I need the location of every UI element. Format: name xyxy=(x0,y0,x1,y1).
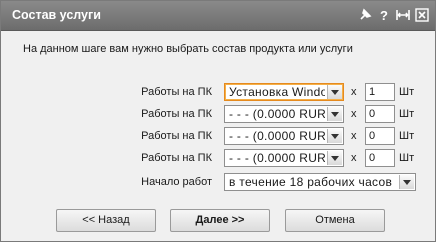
close-icon[interactable] xyxy=(415,8,429,22)
service-row: Работы на ПК - - - (0.0000 RUR) x 0 Шт xyxy=(1,105,435,123)
select-value: Установка Windows xyxy=(229,85,325,99)
window-title: Состав услуги xyxy=(12,8,101,22)
title-bar[interactable]: Состав услуги ? xyxy=(1,1,435,31)
dialog-window: Состав услуги ? На данном шаге вам нужно… xyxy=(0,0,436,242)
start-select[interactable]: в течение 18 рабочих часов xyxy=(224,173,416,191)
svg-text:?: ? xyxy=(380,8,388,22)
dialog-content: На данном шаге вам нужно выбрать состав … xyxy=(1,31,435,241)
row-label: Работы на ПК xyxy=(141,108,212,120)
quantity-input[interactable]: 0 xyxy=(365,105,395,123)
pin-icon[interactable] xyxy=(358,8,372,22)
multiply-sign: x xyxy=(351,152,357,164)
intro-text: На данном шаге вам нужно выбрать состав … xyxy=(23,43,353,55)
chevron-down-icon[interactable] xyxy=(399,175,414,189)
help-icon[interactable]: ? xyxy=(377,8,391,23)
service-row: Работы на ПК - - - (0.0000 RUR) x 0 Шт xyxy=(1,149,435,167)
back-button[interactable]: << Назад xyxy=(56,209,156,232)
service-select[interactable]: - - - (0.0000 RUR) xyxy=(224,105,344,123)
service-row: Работы на ПК Установка Windows x 1 Шт xyxy=(1,83,435,101)
start-label: Начало работ xyxy=(141,176,212,188)
title-bar-icons: ? xyxy=(358,8,429,24)
select-value: - - - (0.0000 RUR) xyxy=(229,129,325,143)
chevron-down-icon[interactable] xyxy=(327,85,342,99)
chevron-down-icon[interactable] xyxy=(327,129,342,143)
unit-label: Шт xyxy=(399,108,415,120)
row-label: Работы на ПК xyxy=(141,130,212,142)
multiply-sign: x xyxy=(351,130,357,142)
quantity-input[interactable]: 0 xyxy=(365,149,395,167)
select-value: - - - (0.0000 RUR) xyxy=(229,107,325,121)
cancel-button[interactable]: Отмена xyxy=(285,209,385,232)
service-select[interactable]: Установка Windows xyxy=(224,83,344,101)
service-select[interactable]: - - - (0.0000 RUR) xyxy=(224,149,344,167)
select-value: в течение 18 рабочих часов xyxy=(229,175,393,189)
quantity-input[interactable]: 0 xyxy=(365,127,395,145)
multiply-sign: x xyxy=(351,108,357,120)
next-button[interactable]: Далее >> xyxy=(170,209,270,232)
service-select[interactable]: - - - (0.0000 RUR) xyxy=(224,127,344,145)
row-label: Работы на ПК xyxy=(141,86,212,98)
quantity-input[interactable]: 1 xyxy=(365,83,395,101)
multiply-sign: x xyxy=(351,86,357,98)
row-label: Работы на ПК xyxy=(141,152,212,164)
service-row: Работы на ПК - - - (0.0000 RUR) x 0 Шт xyxy=(1,127,435,145)
maximize-icon[interactable] xyxy=(396,8,410,22)
unit-label: Шт xyxy=(399,152,415,164)
start-row: Начало работ в течение 18 рабочих часов xyxy=(1,173,435,191)
select-value: - - - (0.0000 RUR) xyxy=(229,151,325,165)
unit-label: Шт xyxy=(399,86,415,98)
unit-label: Шт xyxy=(399,130,415,142)
chevron-down-icon[interactable] xyxy=(327,107,342,121)
chevron-down-icon[interactable] xyxy=(327,151,342,165)
